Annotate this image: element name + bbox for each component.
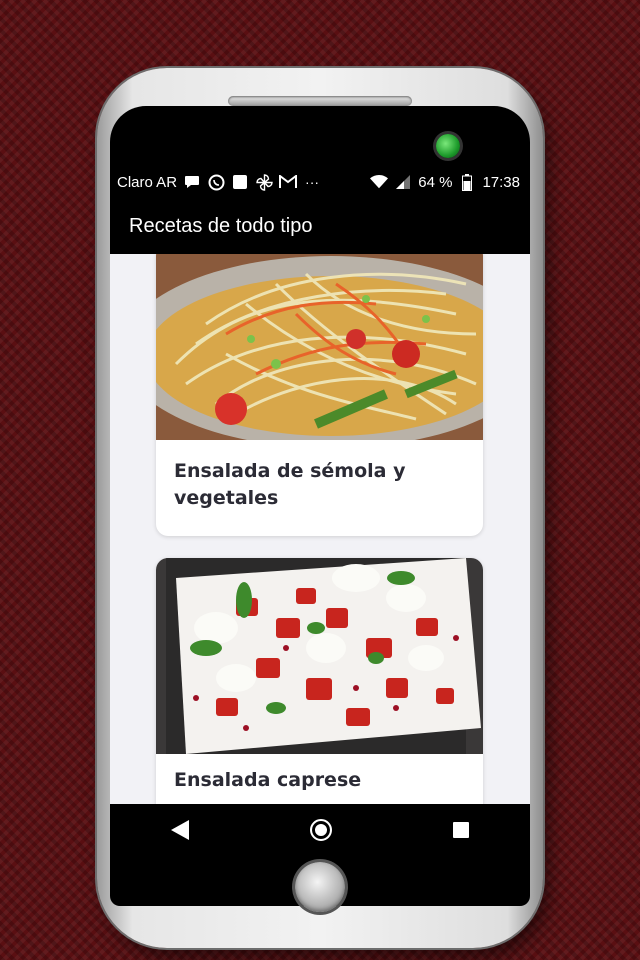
chat-icon [183, 173, 201, 191]
noodle-salad-photo [156, 254, 483, 440]
pinwheel-icon [255, 173, 273, 191]
square-icon [231, 173, 249, 191]
status-bar: Claro AR ··· 64 % 17:38 [110, 166, 530, 198]
caprese-salad-photo [156, 558, 483, 754]
app-title: Recetas de todo tipo [129, 214, 313, 237]
recipe-title: Ensalada caprese [174, 769, 362, 791]
recents-icon[interactable] [453, 822, 470, 838]
recipe-title: Ensalada de sémola y vegetales [174, 460, 406, 509]
clock: 17:38 [482, 173, 520, 191]
recipe-card[interactable]: Ensalada de sémola y vegetales [156, 254, 483, 536]
back-icon[interactable] [170, 820, 189, 840]
notification-led [436, 134, 460, 158]
phone-screen: Claro AR ··· 64 % 17:38 Recetas de todo … [110, 166, 530, 856]
recipe-list[interactable]: Ensalada de sémola y vegetales Ensalada … [110, 254, 530, 804]
more-dots-icon: ··· [305, 174, 320, 190]
recipe-card[interactable]: Ensalada caprese [156, 558, 483, 804]
wifi-icon [370, 173, 389, 191]
home-icon[interactable] [309, 819, 332, 841]
hardware-home-button[interactable] [295, 862, 345, 912]
navigation-bar [110, 804, 530, 856]
carrier-label: Claro AR [117, 173, 178, 191]
battery-percent: 64 % [418, 173, 453, 191]
battery-icon [458, 173, 476, 191]
gmail-icon [279, 173, 298, 191]
app-bar: Recetas de todo tipo [110, 198, 530, 254]
whatsapp-icon [207, 173, 225, 191]
earpiece-speaker [228, 96, 412, 106]
signal-icon [394, 173, 412, 191]
